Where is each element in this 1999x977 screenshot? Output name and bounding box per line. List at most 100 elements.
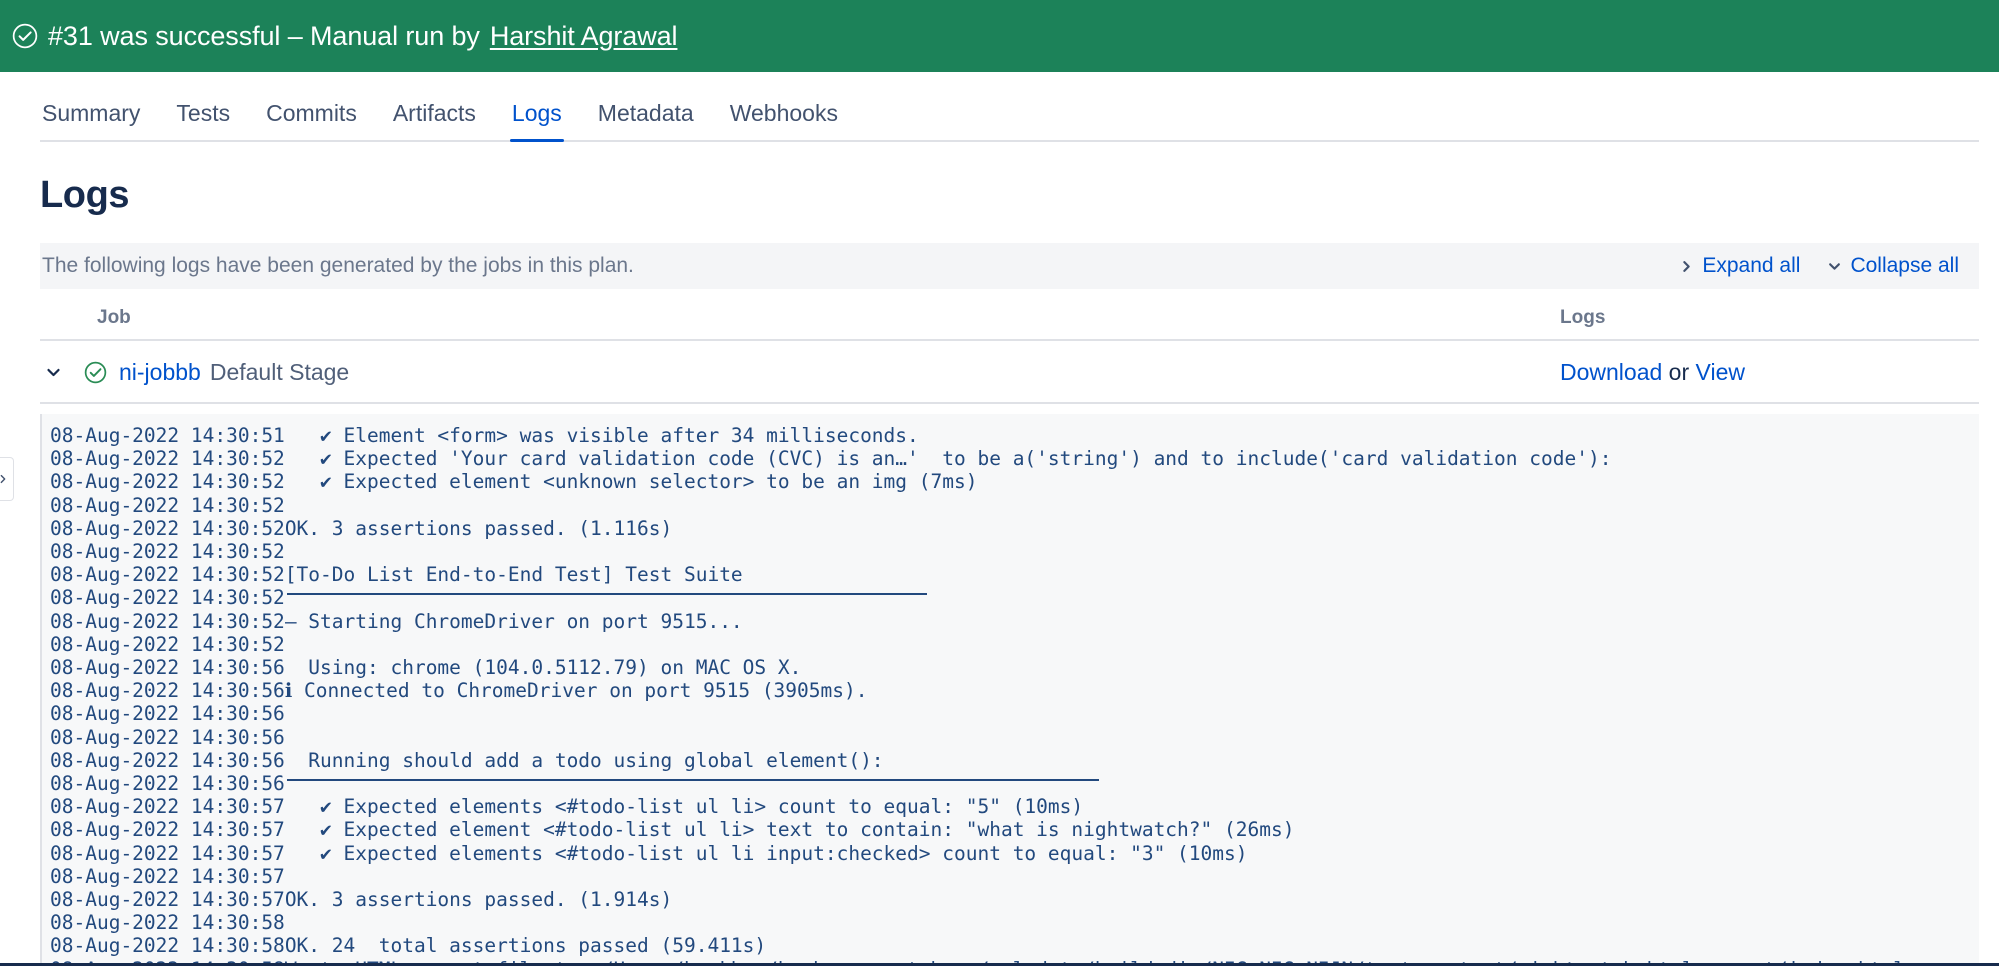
- log-timestamp: 08-Aug-2022 14:30:52: [50, 493, 285, 517]
- log-separator-rule: [286, 778, 1099, 781]
- log-console-wrapper: 08-Aug-2022 14:30:51 ✔ Element <form> wa…: [40, 414, 1999, 966]
- log-output-console[interactable]: 08-Aug-2022 14:30:51 ✔ Element <form> wa…: [40, 414, 1979, 966]
- log-line: 08-Aug-2022 14:30:56 Using: chrome (104.…: [42, 656, 1979, 679]
- log-separator-rule: [286, 592, 927, 595]
- log-line: 08-Aug-2022 14:30:52 OK. 3 assertions pas…: [42, 517, 1979, 540]
- log-line: 08-Aug-2022 14:30:52– Starting ChromeDri…: [42, 610, 1979, 633]
- log-line: 08-Aug-2022 14:30:51 ✔ Element <form> wa…: [42, 424, 1979, 447]
- chevron-right-icon: [0, 474, 5, 484]
- view-log-link[interactable]: View: [1696, 359, 1745, 385]
- log-message: ✔ Expected elements <#todo-list ul li> c…: [284, 795, 1084, 819]
- collapse-all-label: Collapse all: [1850, 254, 1959, 277]
- log-line: 08-Aug-2022 14:30:57: [42, 865, 1979, 888]
- download-log-link[interactable]: Download: [1560, 359, 1662, 385]
- expand-all-button[interactable]: Expand all: [1680, 254, 1800, 278]
- sidebar-expand-toggle[interactable]: [0, 457, 14, 501]
- log-line: 08-Aug-2022 14:30:58: [42, 911, 1979, 934]
- collapse-all-button[interactable]: Collapse all: [1828, 254, 1959, 278]
- page-container: Summary Tests Commits Artifacts Logs Met…: [0, 72, 1999, 966]
- build-status-banner: #31 was successful – Manual run by Harsh…: [0, 0, 1999, 72]
- log-timestamp: 08-Aug-2022 14:30:58: [50, 911, 285, 935]
- check-circle-icon: [12, 23, 38, 49]
- expand-all-label: Expand all: [1702, 254, 1801, 277]
- log-timestamp: 08-Aug-2022 14:30:52: [50, 447, 285, 471]
- log-timestamp: 08-Aug-2022 14:30:57: [50, 841, 285, 865]
- log-message: ✔ Expected element <#todo-list ul li> te…: [284, 818, 1295, 842]
- log-timestamp: 08-Aug-2022 14:30:52: [50, 632, 285, 656]
- tab-webhooks[interactable]: Webhooks: [728, 100, 840, 140]
- tab-commits[interactable]: Commits: [264, 100, 359, 140]
- log-line: 08-Aug-2022 14:30:56: [42, 702, 1979, 725]
- table-row: ni-jobbb Default Stage Download or View: [40, 341, 1979, 404]
- chevron-down-icon: [1829, 262, 1841, 270]
- log-message: ✔ Expected 'Your card validation code (C…: [284, 447, 1612, 471]
- log-line: 08-Aug-2022 14:30:52 ✔ Expected element …: [42, 470, 1979, 493]
- build-result-tabs: Summary Tests Commits Artifacts Logs Met…: [40, 72, 1979, 142]
- logs-table-header: Job Logs: [40, 289, 1979, 341]
- or-separator: or: [1662, 359, 1696, 385]
- log-line: 08-Aug-2022 14:30:52: [42, 586, 1979, 609]
- log-timestamp: 08-Aug-2022 14:30:56: [50, 748, 285, 772]
- tab-artifacts[interactable]: Artifacts: [391, 100, 478, 140]
- log-line: 08-Aug-2022 14:30:52 [To-Do List End-to-E…: [42, 563, 1979, 586]
- banner-status-text: #31 was successful – Manual run by: [48, 20, 480, 51]
- check-circle-icon: [84, 361, 107, 384]
- log-message: Running should add a todo using global e…: [284, 748, 884, 772]
- tab-metadata[interactable]: Metadata: [596, 100, 696, 140]
- log-line: 08-Aug-2022 14:30:56 ℹ Connected to Chrom…: [42, 679, 1979, 702]
- log-timestamp: 08-Aug-2022 14:30:57: [50, 864, 285, 888]
- log-message: ✔ Expected elements <#todo-list ul li in…: [284, 841, 1248, 865]
- log-message: [To-Do List End-to-End Test] Test Suite: [284, 563, 743, 587]
- page-bottom-rule: [0, 963, 1999, 966]
- logs-description-text: The following logs have been generated b…: [42, 254, 634, 277]
- column-header-logs: Logs: [1560, 307, 1606, 328]
- banner-user-link[interactable]: Harshit Agrawal: [490, 21, 678, 52]
- log-timestamp: 08-Aug-2022 14:30:52: [50, 540, 285, 564]
- log-timestamp: 08-Aug-2022 14:30:57: [50, 888, 285, 912]
- log-actions: Download or View: [1560, 359, 1959, 386]
- log-line: 08-Aug-2022 14:30:57 ✔ Expected element …: [42, 818, 1979, 841]
- log-timestamp: 08-Aug-2022 14:30:51: [50, 424, 285, 447]
- tab-summary[interactable]: Summary: [40, 100, 142, 140]
- log-line: 08-Aug-2022 14:30:57 ✔ Expected elements…: [42, 795, 1979, 818]
- log-timestamp: 08-Aug-2022 14:30:57: [50, 795, 285, 819]
- job-stage-label: Default Stage: [209, 359, 350, 385]
- column-header-job: Job: [97, 307, 131, 328]
- tab-logs[interactable]: Logs: [509, 100, 564, 142]
- log-timestamp: 08-Aug-2022 14:30:56: [50, 725, 285, 749]
- log-message: ℹ Connected to ChromeDriver on port 9515…: [284, 679, 868, 703]
- log-line: 08-Aug-2022 14:30:52: [42, 633, 1979, 656]
- log-timestamp: 08-Aug-2022 14:30:57: [50, 818, 285, 842]
- log-timestamp: 08-Aug-2022 14:30:52: [50, 586, 285, 610]
- log-line: 08-Aug-2022 14:30:52: [42, 540, 1979, 563]
- page-title: Logs: [40, 174, 130, 216]
- log-timestamp: 08-Aug-2022 14:30:52: [50, 516, 285, 540]
- log-timestamp: 08-Aug-2022 14:30:56: [50, 702, 285, 726]
- log-timestamp: 08-Aug-2022 14:30:56: [50, 772, 285, 796]
- log-message: Using: chrome (104.0.5112.79) on MAC OS …: [284, 656, 802, 680]
- log-message: ✔ Expected element <unknown selector> to…: [284, 470, 978, 494]
- log-message: [285, 772, 1979, 795]
- log-timestamp: 08-Aug-2022 14:30:58: [50, 934, 285, 958]
- log-timestamp: 08-Aug-2022 14:30:56: [50, 679, 285, 703]
- chevron-down-icon: [46, 368, 60, 377]
- row-collapse-toggle[interactable]: [40, 365, 66, 380]
- log-line: 08-Aug-2022 14:30:56 Running should add …: [42, 749, 1979, 772]
- log-message: ✔ Element <form> was visible after 34 mi…: [284, 424, 919, 447]
- logs-description-bar: The following logs have been generated b…: [40, 243, 1979, 289]
- log-timestamp: 08-Aug-2022 14:30:52: [50, 563, 285, 587]
- log-message: – Starting ChromeDriver on port 9515...: [284, 609, 743, 633]
- log-message: [285, 586, 1979, 609]
- log-line: 08-Aug-2022 14:30:56: [42, 726, 1979, 749]
- log-line: 08-Aug-2022 14:30:57 OK. 3 assertions pas…: [42, 888, 1979, 911]
- tab-tests[interactable]: Tests: [174, 100, 232, 140]
- log-line: 08-Aug-2022 14:30:57 ✔ Expected elements…: [42, 842, 1979, 865]
- log-message: OK. 3 assertions passed. (1.116s): [284, 516, 673, 540]
- log-timestamp: 08-Aug-2022 14:30:52: [50, 609, 285, 633]
- log-line: 08-Aug-2022 14:30:52: [42, 494, 1979, 517]
- log-message: OK. 24 total assertions passed (59.411s): [284, 934, 767, 958]
- log-line: 08-Aug-2022 14:30:58 OK. 24 total asserti…: [42, 934, 1979, 957]
- job-name-link[interactable]: ni-jobbb: [119, 359, 201, 386]
- chevron-right-icon: [1683, 260, 1691, 272]
- log-timestamp: 08-Aug-2022 14:30:56: [50, 656, 285, 680]
